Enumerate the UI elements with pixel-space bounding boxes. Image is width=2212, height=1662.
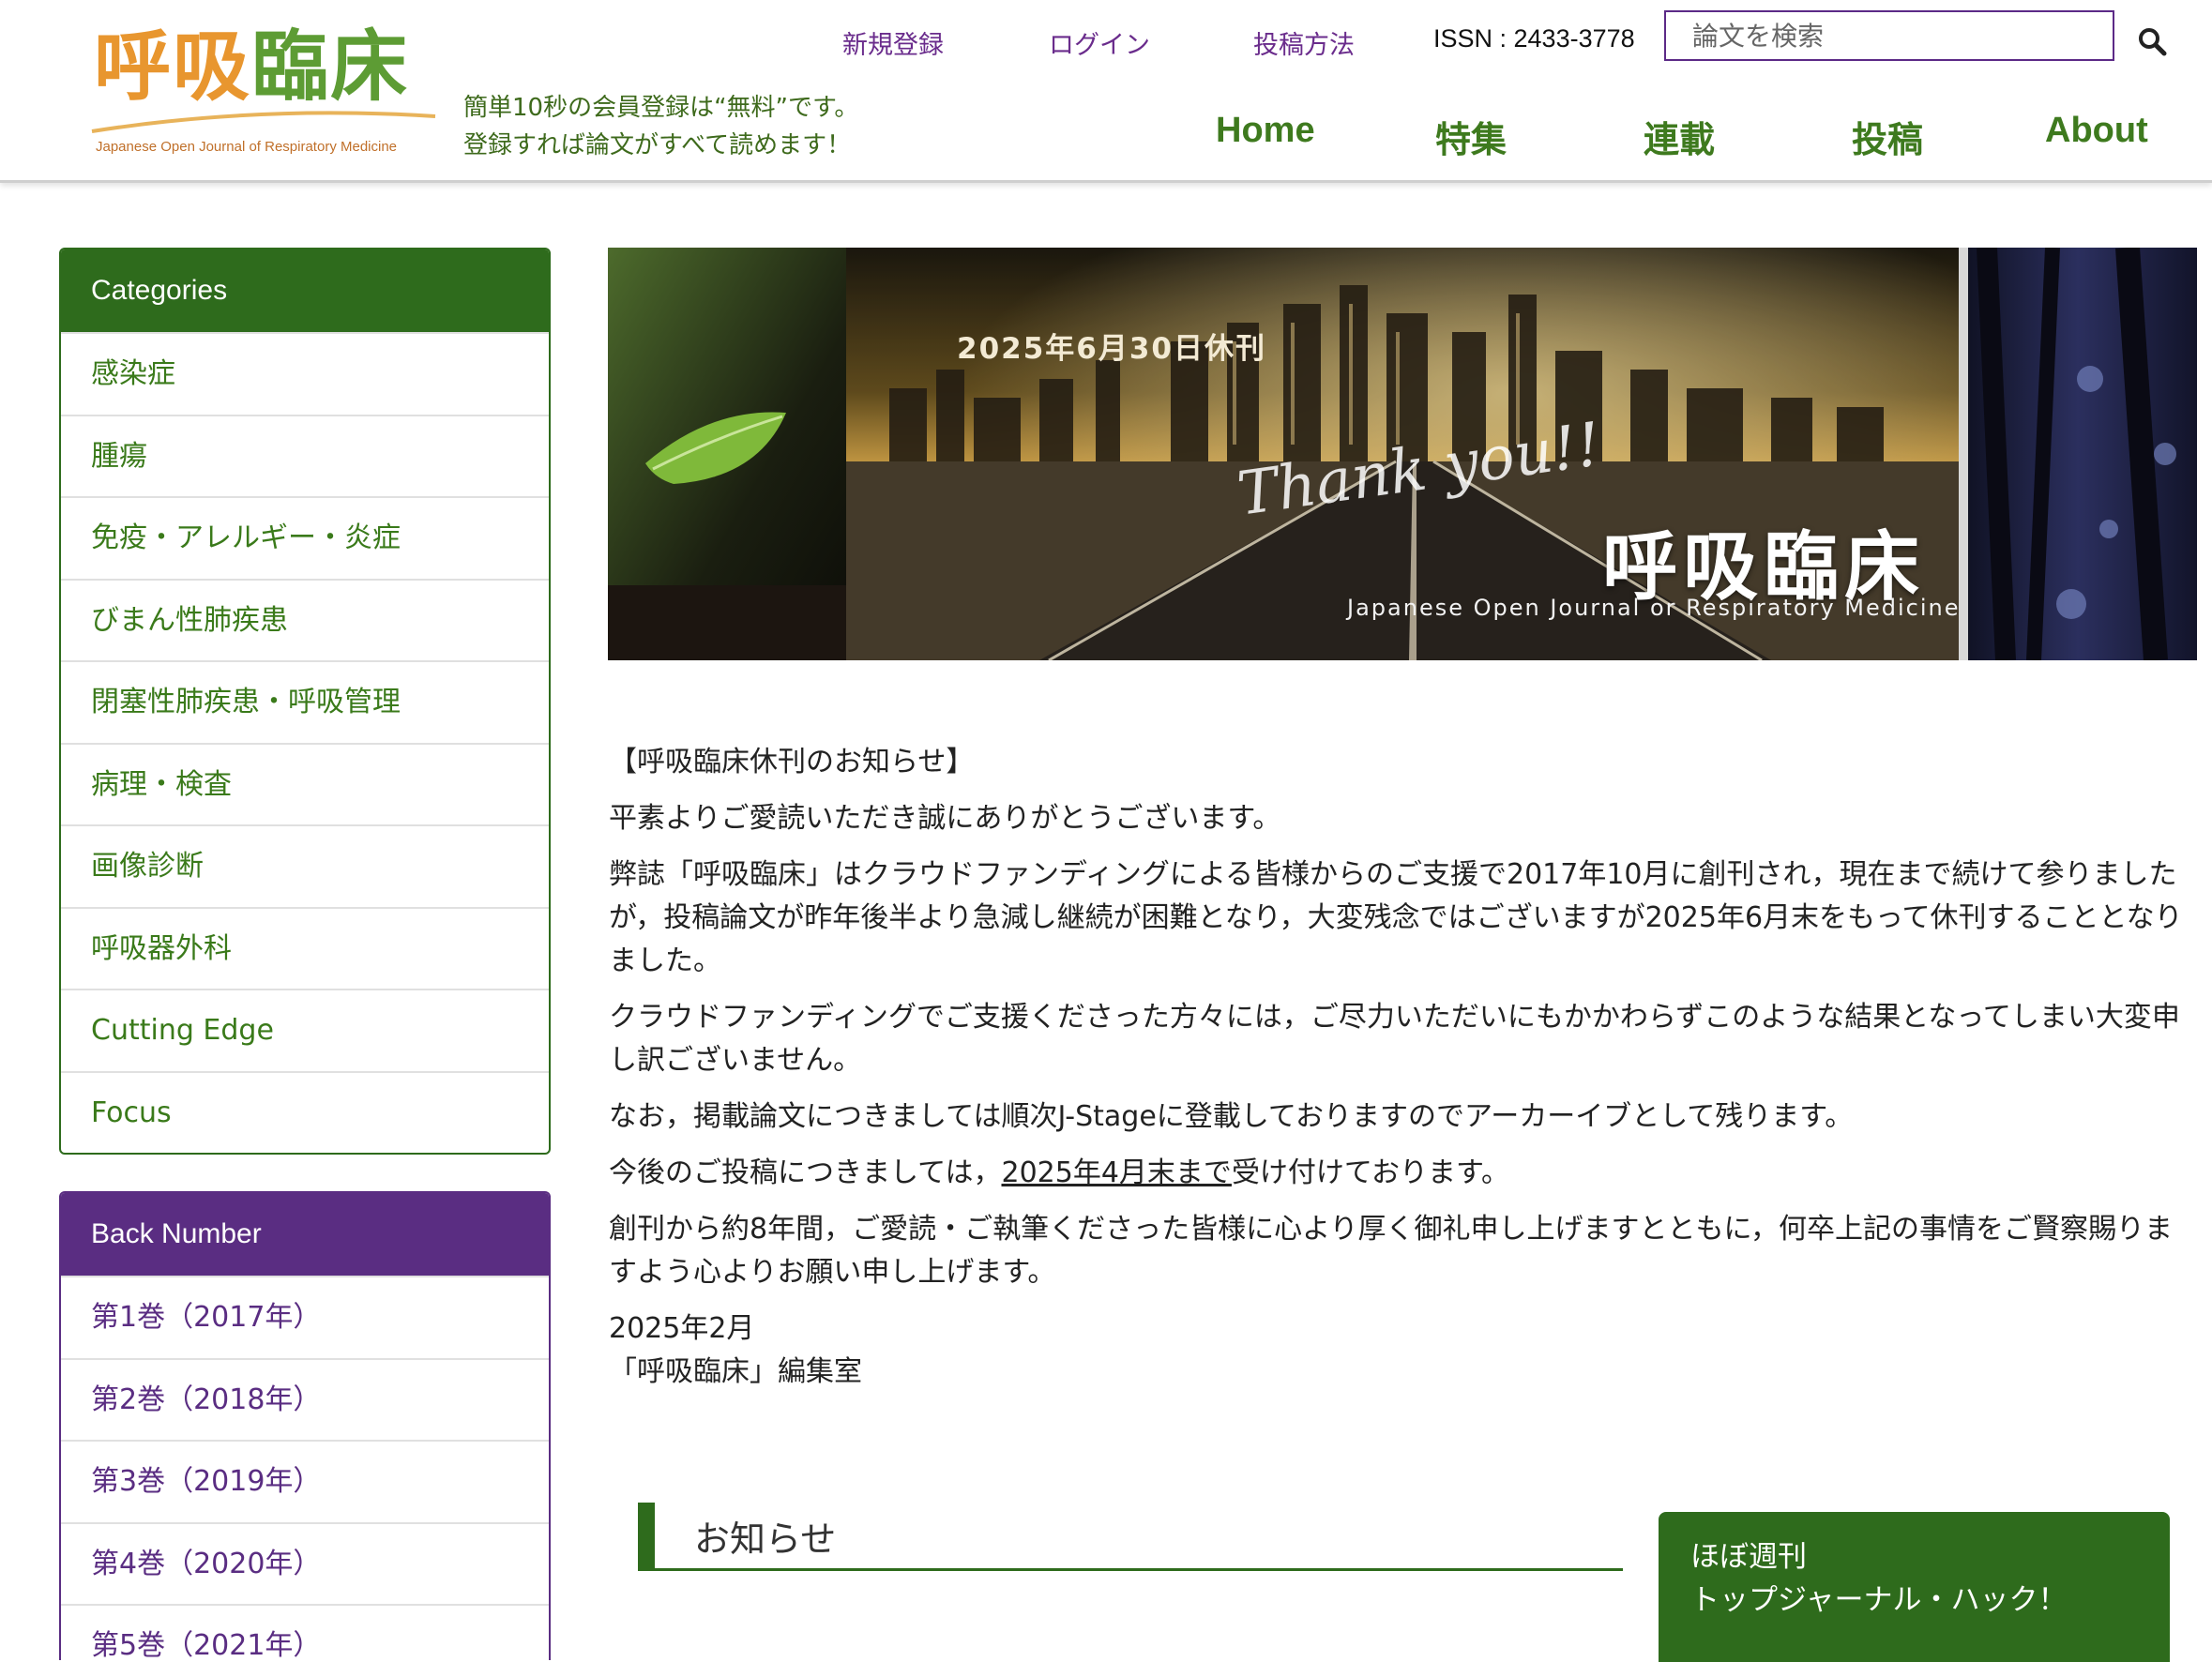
category-item[interactable]: 感染症 <box>61 332 549 415</box>
logo-title: 呼吸臨床 <box>94 22 410 112</box>
site-logo[interactable]: 呼吸臨床 Japanese Open Journal of Respirator… <box>90 24 437 158</box>
category-item[interactable]: 免疫・アレルギー・炎症 <box>61 496 549 579</box>
notice-date: 2025年2月 <box>609 1312 755 1345</box>
category-item[interactable]: 病理・検査 <box>61 742 549 825</box>
promo-line-1: 簡単10秒の会員登録は“無料”です。 <box>463 94 859 122</box>
notice-text: 受け付けております。 <box>1231 1156 1510 1189</box>
site-header: 呼吸臨床 Japanese Open Journal of Respirator… <box>0 0 2212 183</box>
top-journal-hack-box[interactable]: ほぼ週刊 トップジャーナル・ハック！ <box>1659 1512 2170 1662</box>
register-link[interactable]: 新規登録 <box>842 24 944 61</box>
back-number-item[interactable]: 第2巻（2018年） <box>61 1357 549 1441</box>
nav-special-feature[interactable]: 特集 <box>1435 111 1507 162</box>
back-number-item[interactable]: 第1巻（2017年） <box>61 1276 549 1358</box>
deadline-link[interactable]: 2025年4月末まで <box>1002 1156 1232 1189</box>
banner-subtitle: Japanese Open Journal or Respiratory Med… <box>1347 595 1961 621</box>
submission-guide-link[interactable]: 投稿方法 <box>1253 24 1355 61</box>
logo-subtitle: Japanese Open Journal of Respiratory Med… <box>96 139 398 155</box>
category-item[interactable]: 閉塞性肺疾患・呼吸管理 <box>61 660 549 743</box>
notice-paragraph: クラウドファンディングでご支援くださった方々には，ご尽力いただいにもかかわらずこ… <box>609 1001 2180 1077</box>
category-item[interactable]: Focus <box>61 1070 549 1154</box>
back-number-list: 第1巻（2017年） 第2巻（2018年） 第3巻（2019年） 第4巻（202… <box>61 1276 549 1660</box>
section-accent-bar <box>638 1503 655 1570</box>
notice-heading: 【呼吸臨床休刊のお知らせ】 <box>609 746 975 778</box>
banner-date: 2025年6月30日休刊 <box>957 332 1266 366</box>
back-number-item[interactable]: 第3巻（2019年） <box>61 1440 549 1522</box>
category-item[interactable]: 画像診断 <box>61 824 549 907</box>
notice-paragraph: 今後のご投稿につきましては，2025年4月末まで受け付けております。 <box>609 1152 2194 1195</box>
nav-series[interactable]: 連載 <box>1644 111 1715 162</box>
hack-line-1: ほぼ週刊 <box>1690 1540 1807 1574</box>
nav-home[interactable]: Home <box>1216 111 1315 151</box>
suspension-notice: 【呼吸臨床休刊のお知らせ】 平素よりご愛読いただき誠にありがとうございます。 弊… <box>609 741 2194 1394</box>
back-number-panel: Back Number 第1巻（2017年） 第2巻（2018年） 第3巻（20… <box>59 1191 551 1660</box>
notice-text: 今後のご投稿につきましては， <box>609 1156 1002 1189</box>
nav-submit[interactable]: 投稿 <box>1852 111 1923 162</box>
logo-swoosh <box>91 111 436 133</box>
search-icon[interactable] <box>2137 26 2167 56</box>
category-item[interactable]: Cutting Edge <box>61 989 549 1071</box>
registration-promo: 簡単10秒の会員登録は“無料”です。 登録すれば論文がすべて読めます！ <box>463 89 858 164</box>
back-number-item[interactable]: 第5巻（2021年） <box>61 1604 549 1660</box>
notice-signature: 「呼吸臨床」編集室 <box>609 1355 862 1388</box>
search-input[interactable] <box>1664 10 2114 61</box>
notice-paragraph: なお，掲載論文につきましては順次J-Stageに登載しておりますのでアーカーイブ… <box>609 1100 1854 1133</box>
categories-panel: Categories 感染症 腫瘍 免疫・アレルギー・炎症 びまん性肺疾患 閉塞… <box>59 248 551 1155</box>
category-item[interactable]: 腫瘍 <box>61 414 549 497</box>
back-number-item[interactable]: 第4巻（2020年） <box>61 1521 549 1605</box>
notice-paragraph: 平素よりご愛読いただき誠にありがとうございます。 <box>609 802 1281 835</box>
news-section-header: お知らせ <box>638 1503 1623 1571</box>
category-item[interactable]: 呼吸器外科 <box>61 906 549 990</box>
hero-banner[interactable]: 2025年6月30日休刊 Thank you!! 呼吸臨床 Japanese O… <box>608 248 2197 660</box>
hack-line-2: トップジャーナル・ハック！ <box>1690 1583 2068 1617</box>
notice-paragraph: 創刊から約8年間，ご愛読・ご執筆くださった皆様に心より厚く御礼申し上げますととも… <box>609 1213 2173 1289</box>
issn-number: ISSN : 2433-3778 <box>1433 24 1635 53</box>
news-title: お知らせ <box>694 1518 837 1560</box>
notice-paragraph: 弊誌「呼吸臨床」はクラウドファンディングによる皆様からのご支援で2017年10月… <box>609 858 2183 977</box>
promo-line-2: 登録すれば論文がすべて読めます！ <box>463 131 852 159</box>
login-link[interactable]: ログイン <box>1049 24 1150 61</box>
category-item[interactable]: びまん性肺疾患 <box>61 578 549 661</box>
categories-list: 感染症 腫瘍 免疫・アレルギー・炎症 びまん性肺疾患 閉塞性肺疾患・呼吸管理 病… <box>61 332 549 1153</box>
back-number-title: Back Number <box>61 1193 549 1276</box>
categories-title: Categories <box>61 249 549 332</box>
nav-about[interactable]: About <box>2045 111 2148 151</box>
